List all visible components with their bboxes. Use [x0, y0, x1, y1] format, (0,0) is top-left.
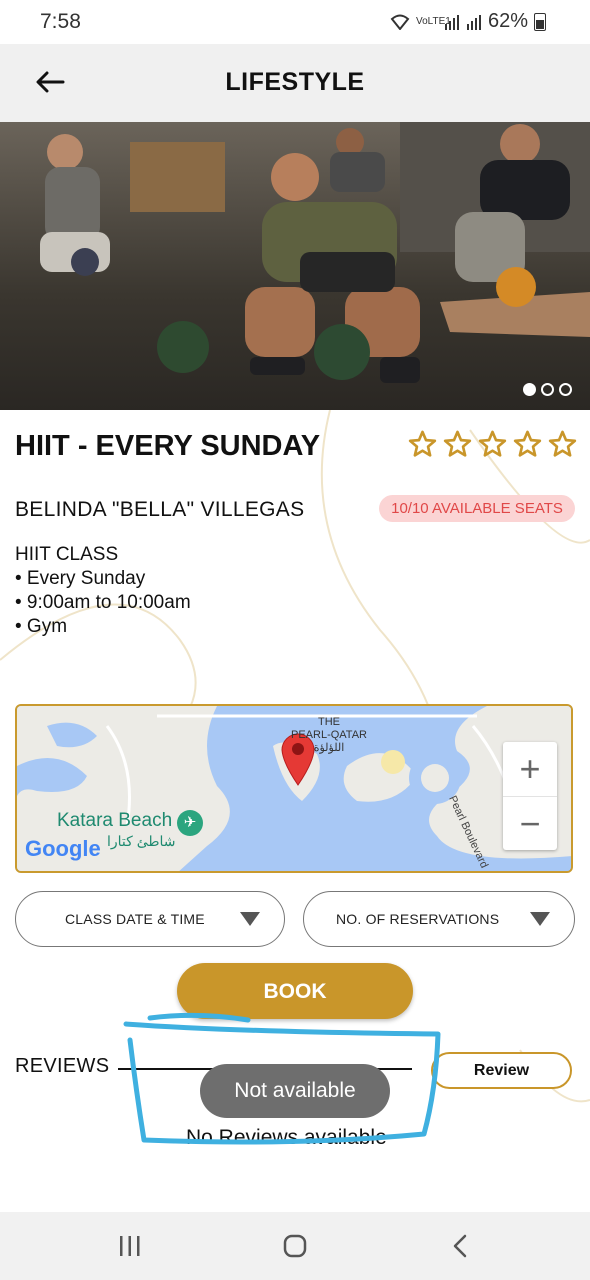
date-time-select-label: CLASS DATE & TIME	[65, 911, 205, 927]
seats-badge: 10/10 AVAILABLE SEATS	[379, 495, 575, 522]
map-label-beach: Katara Beach	[57, 810, 173, 831]
chevron-left-icon	[453, 1234, 467, 1258]
system-nav-bar	[0, 1212, 590, 1280]
signal-icon-2	[466, 14, 481, 30]
home-button[interactable]	[275, 1232, 315, 1260]
star-outline-icon[interactable]	[513, 430, 542, 458]
description-heading: HIIT CLASS	[15, 544, 119, 565]
description-bullet: • Every Sunday	[15, 568, 146, 589]
carousel-indicator	[523, 383, 572, 396]
star-outline-icon[interactable]	[408, 430, 437, 458]
reservations-select[interactable]: NO. OF RESERVATIONS	[303, 891, 575, 947]
date-time-select[interactable]: CLASS DATE & TIME	[15, 891, 285, 947]
page-title: LIFESTYLE	[225, 68, 365, 96]
rating-stars[interactable]	[408, 430, 577, 458]
network-label: VoLTE1	[415, 15, 451, 27]
location-map[interactable]: THE PEARL-QATAR اللؤلؤة Pearl Boulevard …	[15, 704, 573, 873]
wifi-icon	[390, 14, 410, 30]
chevron-down-icon	[240, 912, 260, 926]
description-bullet: • 9:00am to 10:00am	[15, 592, 191, 613]
reviews-heading: REVIEWS	[15, 1055, 110, 1077]
hero-carousel[interactable]	[0, 122, 590, 410]
chevron-down-icon	[530, 912, 550, 926]
app-bar: LIFESTYLE	[0, 44, 590, 122]
map-zoom-controls: + −	[503, 742, 557, 850]
battery-icon	[534, 12, 546, 31]
toast-message: Not available	[200, 1064, 390, 1118]
zoom-out-button[interactable]: −	[503, 796, 557, 851]
beach-place-icon[interactable]: ✈	[177, 810, 203, 836]
recent-apps-button[interactable]	[110, 1232, 150, 1260]
recent-apps-icon	[120, 1236, 140, 1256]
home-icon	[283, 1234, 307, 1258]
star-outline-icon[interactable]	[548, 430, 577, 458]
star-outline-icon[interactable]	[478, 430, 507, 458]
instructor-name: BELINDA "BELLA" VILLEGAS	[15, 498, 305, 521]
battery-percent: 62%	[487, 10, 528, 32]
review-button[interactable]: Review	[431, 1052, 572, 1089]
map-label-pearl-arabic: اللؤلؤة	[313, 742, 345, 754]
map-label-beach-arabic: شاطئ كتارا	[107, 833, 176, 849]
status-bar: 7:58 VoLTE1 62%	[0, 0, 590, 44]
carousel-dot-active[interactable]	[523, 383, 536, 396]
hero-image	[0, 122, 590, 410]
status-time: 7:58	[40, 10, 81, 33]
status-icons: VoLTE1 62%	[390, 10, 546, 33]
star-outline-icon[interactable]	[443, 430, 472, 458]
carousel-dot[interactable]	[559, 383, 572, 396]
class-title: HIIT - EVERY SUNDAY	[15, 430, 321, 462]
map-label-pearl: THE PEARL-QATAR اللؤلؤة	[291, 716, 367, 755]
map-label-pearl-line2: PEARL-QATAR	[291, 729, 367, 741]
google-logo[interactable]: Google	[25, 836, 101, 862]
class-description: HIIT CLASS • Every Sunday • 9:00am to 10…	[15, 543, 191, 639]
description-bullet: • Gym	[15, 616, 68, 637]
carousel-dot[interactable]	[541, 383, 554, 396]
reservations-select-label: NO. OF RESERVATIONS	[336, 911, 500, 927]
back-nav-button[interactable]	[440, 1232, 480, 1260]
signal-icon	[444, 14, 459, 30]
zoom-in-button[interactable]: +	[503, 742, 557, 796]
map-label-pearl-line1: THE	[318, 716, 340, 728]
